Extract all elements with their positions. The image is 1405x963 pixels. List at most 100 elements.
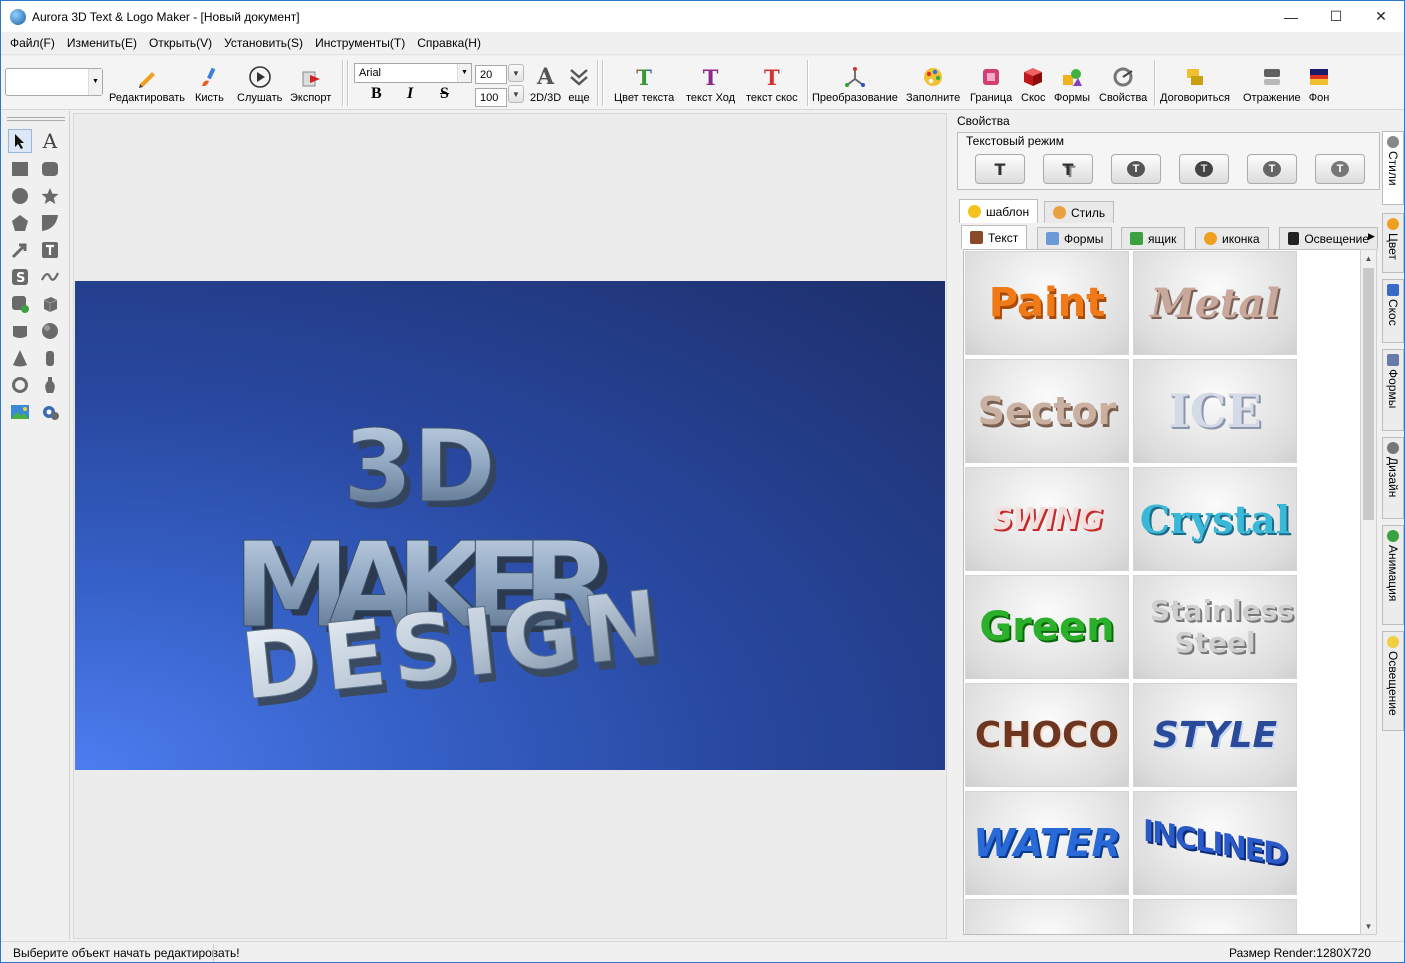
template-row-partial[interactable] [965,899,1129,934]
template-swing[interactable]: SWING [965,467,1129,571]
more-button[interactable]: еще [568,60,590,106]
chevron-down-icon[interactable]: ▼ [88,69,102,95]
bevel-button[interactable]: Скос [1021,60,1046,106]
text-mode-chrome-button[interactable]: T [1315,154,1365,184]
properties-button[interactable]: Свойства [1099,60,1147,106]
font-name-select[interactable]: Arial ▼ [354,63,472,83]
tab-shapes[interactable]: Формы [1037,227,1113,249]
tab-template[interactable]: шаблон [959,199,1039,223]
template-metal[interactable]: Metal [1133,251,1297,355]
italic-button[interactable]: I [407,85,413,103]
rectangle-icon[interactable] [8,157,32,181]
vase-icon[interactable] [38,373,62,397]
template-sector[interactable]: Sector [965,359,1129,463]
sphere-icon[interactable] [38,319,62,343]
minimize-button[interactable]: — [1268,1,1314,32]
select-arrow-icon[interactable] [8,129,32,153]
tabs-scroll-right-icon[interactable]: ▶ [1368,231,1375,242]
quarter-shape-icon[interactable] [38,211,62,235]
tab-icon[interactable]: иконка [1195,227,1269,249]
template-style[interactable]: STYLE [1133,683,1297,787]
shapes-button[interactable]: Формы [1054,60,1090,106]
text-mode-bevel-button[interactable]: T [1179,154,1229,184]
font-scale-spin-icon[interactable]: ▼ [508,85,524,103]
sidetab-lighting[interactable]: Освещение [1382,631,1404,731]
scroll-down-icon[interactable]: ▼ [1361,918,1376,934]
sidetab-design[interactable]: Дизайн [1382,437,1404,519]
mode-2d3d-button[interactable]: A 2D/3D [530,60,561,106]
template-ice[interactable]: ICE [1133,359,1297,463]
brush-button[interactable]: Кисть [195,60,224,106]
bold-button[interactable]: B [371,85,382,103]
template-water[interactable]: WATER [965,791,1129,895]
template-stainless-steel[interactable]: Stainless Steel [1133,575,1297,679]
sidetab-color[interactable]: Цвет [1382,213,1404,273]
cone-icon[interactable] [8,346,32,370]
text-box-icon[interactable] [38,238,62,262]
reflection-button[interactable]: Отражение [1243,60,1301,106]
tab-lighting[interactable]: Освещение [1279,227,1378,249]
arrange-button[interactable]: Договориться [1160,60,1230,106]
image-icon[interactable] [8,400,32,424]
sidetab-styles[interactable]: Стили [1382,131,1404,205]
sidetab-shapes[interactable]: Формы [1382,349,1404,431]
text-mode-round-button[interactable]: T [1111,154,1161,184]
template-choco[interactable]: CHOCO [965,683,1129,787]
box-3d-icon[interactable] [38,292,62,316]
add-shape-icon[interactable] [8,292,32,316]
edit-button[interactable]: Редактировать [109,60,185,106]
menu-settings[interactable]: Установить(S) [218,32,309,55]
template-paint[interactable]: Paint [965,251,1129,355]
export-button[interactable]: Экспорт [290,60,331,106]
text-color-button[interactable]: T Цвет текста [614,60,674,106]
template-inclined[interactable]: INCLINED [1133,791,1297,895]
gallery-scrollbar[interactable]: ▲ ▼ [1360,249,1377,935]
template-crystal[interactable]: Crystal [1133,467,1297,571]
text-mode-emboss-button[interactable]: T [1247,154,1297,184]
tab-style[interactable]: Стиль [1044,201,1115,223]
text-bevel-button[interactable]: T текст скос [746,60,798,106]
text-mode-flat-button[interactable]: T [975,154,1025,184]
tab-text[interactable]: Текст [961,225,1028,249]
cylinder-flat-icon[interactable] [8,319,32,343]
menu-help[interactable]: Справка(H) [411,32,487,55]
background-button[interactable]: Фон [1308,60,1330,106]
tab-box[interactable]: ящик [1121,227,1186,249]
chevron-down-icon[interactable]: ▼ [457,64,471,82]
strike-button[interactable]: S [440,85,449,103]
menu-edit[interactable]: Изменить(E) [61,32,143,55]
design-canvas[interactable]: 3D 3D MAKER MAKER DESIGN DESIGN [75,281,945,770]
scroll-thumb[interactable] [1363,268,1374,520]
cylinder-icon[interactable] [38,346,62,370]
border-button[interactable]: Граница [970,60,1012,106]
menu-view[interactable]: Открыть(V) [143,32,218,55]
font-scale-input[interactable]: 100 [475,88,507,107]
star-icon[interactable] [38,184,62,208]
template-row-partial[interactable] [1133,899,1297,934]
font-size-spin-icon[interactable]: ▼ [508,64,524,82]
fill-button[interactable]: Заполните [906,60,960,106]
sidetab-animation[interactable]: Анимация [1382,525,1404,625]
rounded-rectangle-icon[interactable] [38,157,62,181]
maximize-button[interactable]: ☐ [1313,1,1359,32]
s-shape-icon[interactable]: S [8,265,32,289]
scroll-up-icon[interactable]: ▲ [1361,250,1376,266]
pentagon-icon[interactable] [8,211,32,235]
menu-file[interactable]: Файл(F) [4,32,61,55]
menu-tools[interactable]: Инструменты(T) [309,32,411,55]
transform-button[interactable]: Преобразование [812,60,898,106]
text-tool-icon[interactable]: A [38,129,62,153]
text-path-button[interactable]: T текст Ход [686,60,735,106]
listen-button[interactable]: Слушать [237,60,282,106]
gear-image-icon[interactable] [38,400,62,424]
path-curve-icon[interactable] [38,265,62,289]
font-size-input[interactable]: 20 [475,65,507,84]
style-combo[interactable]: ▼ [5,68,103,96]
text-mode-extrude-button[interactable]: T [1043,154,1093,184]
close-button[interactable]: ✕ [1358,1,1404,32]
circle-icon[interactable] [8,184,32,208]
arrow-icon[interactable] [8,238,32,262]
torus-icon[interactable] [8,373,32,397]
template-green[interactable]: Green [965,575,1129,679]
sidetab-bevel[interactable]: Скос [1382,279,1404,343]
